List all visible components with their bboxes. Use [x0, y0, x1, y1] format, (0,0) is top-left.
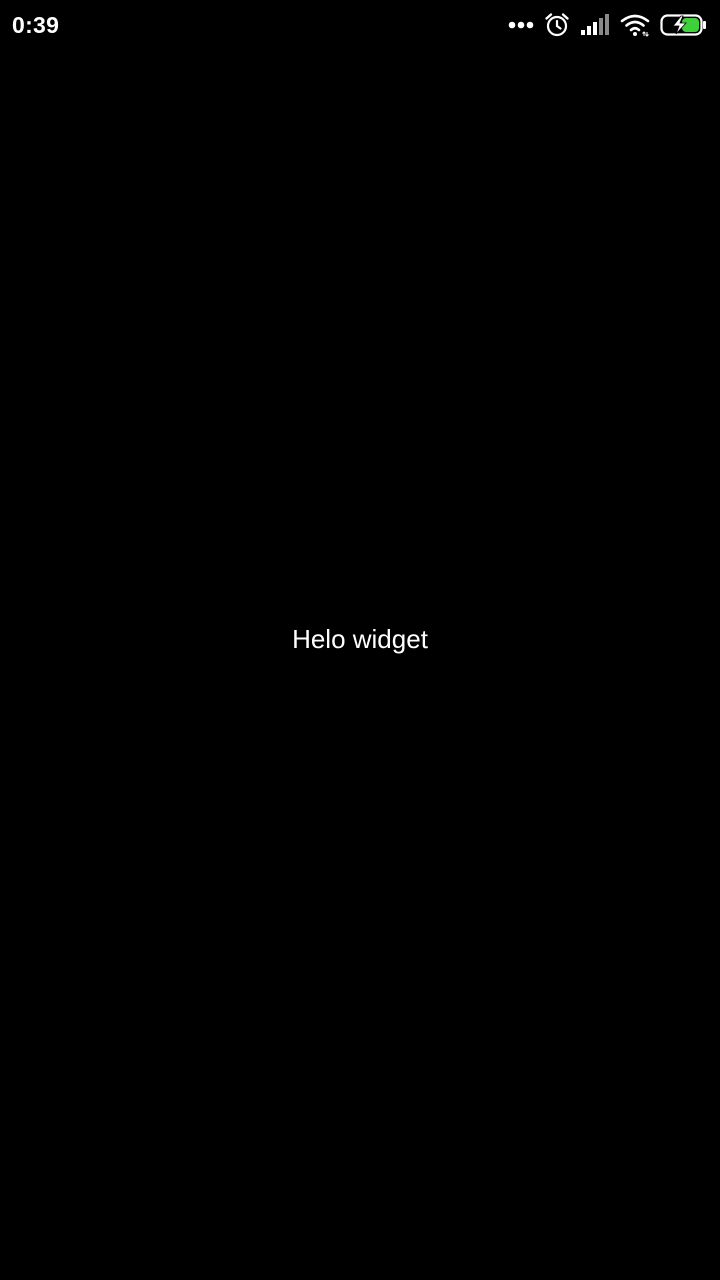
status-bar: 0:39: [0, 0, 720, 50]
wifi-icon: [620, 13, 650, 37]
status-time: 0:39: [12, 12, 60, 38]
alarm-icon: [544, 12, 570, 38]
status-icons: [508, 11, 708, 39]
battery-charging-icon: [660, 13, 708, 37]
app-screen: 0:39 Helo widget: [0, 0, 720, 1280]
more-dots-icon: [508, 20, 534, 30]
widget-label: Helo widget: [292, 624, 428, 654]
signal-icon: [580, 13, 610, 37]
main-content: Helo widget: [0, 50, 720, 1280]
